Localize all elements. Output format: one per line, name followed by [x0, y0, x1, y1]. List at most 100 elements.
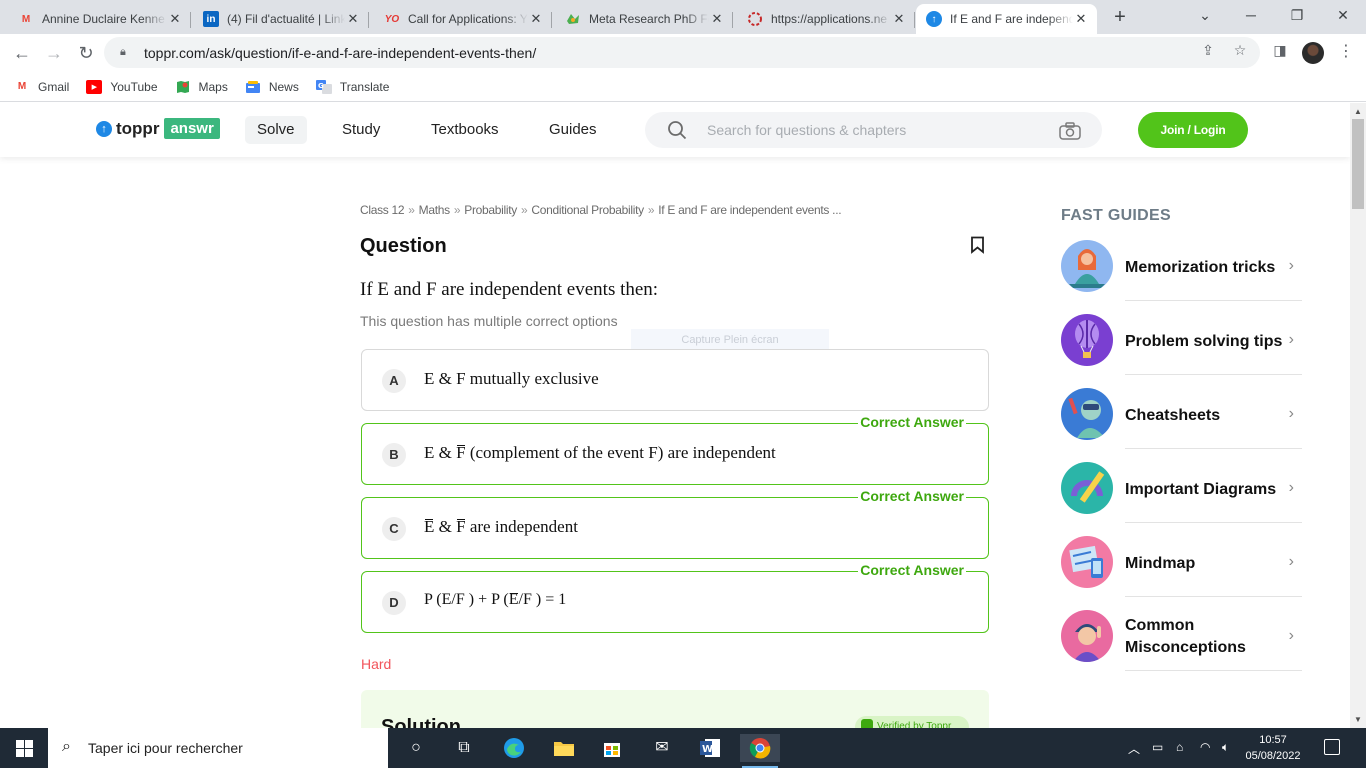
breadcrumb-conditional[interactable]: Conditional Probability	[531, 203, 644, 217]
guide-mindmap[interactable]: Mindmap ›	[1061, 529, 1302, 597]
guide-memorization-tricks[interactable]: Memorization tricks ›	[1061, 233, 1302, 301]
task-view-icon[interactable]: ⧉	[450, 734, 478, 762]
tab-applications[interactable]: https://applications.ne ✕	[737, 4, 915, 34]
join-login-button[interactable]: Join / Login	[1138, 112, 1248, 148]
network-device-icon[interactable]: ⌂	[1176, 740, 1183, 754]
new-tab-icon[interactable]: +	[1108, 6, 1132, 30]
mail-icon[interactable]: ✉	[648, 734, 676, 762]
close-tab-icon[interactable]: ✕	[167, 11, 183, 27]
share-icon[interactable]: ⇪	[1198, 40, 1218, 60]
bookmark-label: Translate	[339, 79, 390, 94]
option-b[interactable]: Correct Answer B E & F (complement of th…	[361, 414, 989, 485]
tab-linkedin[interactable]: in (4) Fil d'actualité | LinkedIn ✕	[193, 4, 369, 34]
battery-icon[interactable]: ▭	[1152, 740, 1163, 754]
verified-badge: Verified by Toppr	[855, 716, 969, 728]
tab-title: Annine Duclaire Kenne	[42, 12, 165, 26]
scroll-up-icon[interactable]: ▲	[1350, 107, 1366, 116]
profile-avatar[interactable]	[1302, 42, 1324, 64]
solution-card: Solution Verified by Toppr	[361, 690, 989, 728]
nav-solve[interactable]: Solve	[245, 116, 307, 144]
wifi-icon[interactable]: ◠	[1200, 740, 1210, 754]
forward-icon[interactable]: →	[42, 41, 66, 65]
close-tab-icon[interactable]: ✕	[891, 11, 907, 27]
chevron-right-icon: ›	[1288, 331, 1294, 348]
nav-textbooks[interactable]: Textbooks	[419, 116, 511, 144]
bookmark-news[interactable]: News	[245, 80, 299, 94]
close-tab-icon[interactable]: ✕	[709, 11, 725, 27]
tab-strip: M Annine Duclaire Kenne ✕ in (4) Fil d'a…	[0, 0, 1366, 34]
edge-icon[interactable]	[500, 734, 528, 762]
close-tab-icon[interactable]: ✕	[1073, 11, 1089, 27]
camera-icon[interactable]	[1059, 122, 1081, 140]
chevron-right-icon: ›	[1288, 553, 1294, 570]
close-tab-icon[interactable]: ✕	[528, 11, 544, 27]
option-c[interactable]: Correct Answer C E & F are independent	[361, 488, 989, 559]
restore-icon[interactable]: ❐	[1274, 0, 1320, 32]
store-icon[interactable]	[598, 734, 626, 762]
fast-guides-title: FAST GUIDES	[1061, 207, 1171, 224]
option-text-part: &	[434, 517, 457, 536]
option-a[interactable]: A E & F mutually exclusive	[361, 349, 989, 411]
side-panel-icon[interactable]: ◨	[1270, 40, 1290, 60]
tab-gmail[interactable]: M Annine Duclaire Kenne ✕	[8, 4, 191, 34]
tab-call-applications[interactable]: YO Call for Applications: Y ✕	[374, 4, 552, 34]
guide-problem-solving-tips[interactable]: Problem solving tips ›	[1061, 307, 1302, 375]
maps-icon	[175, 80, 191, 94]
chrome-icon[interactable]	[740, 734, 780, 768]
back-icon[interactable]: ←	[10, 41, 34, 65]
cortana-icon[interactable]: ○	[402, 734, 430, 762]
bookmark-youtube[interactable]: ▶ YouTube	[86, 79, 158, 94]
guide-label: Cheatsheets	[1125, 407, 1221, 424]
scroll-down-icon[interactable]: ▼	[1350, 715, 1366, 724]
page-scrollbar[interactable]: ▲ ▼	[1350, 103, 1366, 728]
bookmark-translate[interactable]: G Translate	[315, 79, 390, 94]
windows-start-icon[interactable]	[16, 740, 33, 757]
guide-label: Common Misconceptions	[1125, 617, 1246, 656]
tab-meta-research[interactable]: Meta Research PhD Fellowship ✕	[555, 4, 733, 34]
guide-common-misconceptions[interactable]: Common Misconceptions ›	[1061, 603, 1302, 671]
word-icon[interactable]: W	[696, 734, 724, 762]
tab-search-icon[interactable]: ⌄	[1182, 0, 1228, 32]
breadcrumb-maths[interactable]: Maths	[419, 203, 450, 217]
nav-study[interactable]: Study	[330, 116, 392, 144]
option-text-bar: E	[508, 591, 519, 608]
toppr-logo[interactable]: ↑ toppr answr	[96, 118, 220, 139]
scrollbar-thumb[interactable]	[1352, 119, 1364, 209]
star-icon[interactable]: ☆	[1230, 40, 1250, 60]
breadcrumb-probability[interactable]: Probability	[464, 203, 517, 217]
confused-boy-icon	[1061, 610, 1113, 662]
option-d[interactable]: Correct Answer D P (E/F ) + P (E/F ) = 1	[361, 562, 989, 633]
bookmark-gmail[interactable]: M Gmail	[14, 80, 70, 94]
reload-icon[interactable]: ↻	[74, 41, 98, 65]
nav-guides[interactable]: Guides	[537, 116, 609, 144]
guide-important-diagrams[interactable]: Important Diagrams ›	[1061, 455, 1302, 523]
menu-kebab-icon[interactable]: ⋮	[1338, 41, 1354, 61]
address-bar[interactable]: 🔒︎ toppr.com/ask/question/if-e-and-f-are…	[104, 37, 1260, 68]
system-clock[interactable]: 10:57 05/08/2022	[1240, 732, 1306, 764]
tray-chevron-icon[interactable]: ︿	[1128, 740, 1140, 757]
option-text-part: /F ) = 1	[518, 591, 567, 608]
tab-title: https://applications.ne	[771, 12, 888, 26]
close-window-icon[interactable]: ✕	[1320, 0, 1366, 32]
taskbar-search-box[interactable]: ⌕ Taper ici pour rechercher	[48, 728, 388, 768]
guide-cheatsheets[interactable]: Cheatsheets ›	[1061, 381, 1302, 449]
notification-center-icon[interactable]	[1324, 739, 1340, 755]
option-text-part: are independent	[465, 517, 578, 536]
correct-answer-badge: Correct Answer	[858, 562, 966, 578]
file-explorer-icon[interactable]	[550, 734, 578, 762]
tab-toppr-active[interactable]: ↑ If E and F are independent ✕	[916, 4, 1097, 34]
close-tab-icon[interactable]: ✕	[345, 11, 361, 27]
windows-taskbar: ⌕ Taper ici pour rechercher ○ ⧉ ✉ W ︿ ▭ …	[0, 728, 1366, 768]
gmail-icon: M	[21, 13, 31, 25]
guide-label: Problem solving tips	[1125, 333, 1283, 350]
option-text-part: (complement of the event F) are independ…	[465, 443, 776, 462]
minimize-icon[interactable]: ─	[1228, 0, 1274, 32]
breadcrumb-current: If E and F are independent events ...	[658, 203, 842, 217]
breadcrumb-class[interactable]: Class 12	[360, 203, 405, 217]
bookmark-label: News	[268, 79, 299, 94]
bookmark-maps[interactable]: Maps	[175, 80, 228, 94]
bookmark-icon[interactable]	[970, 236, 985, 254]
volume-icon[interactable]: 🔈︎	[1222, 740, 1229, 755]
guide-label: Important Diagrams	[1125, 481, 1277, 498]
site-search-input[interactable]: Search for questions & chapters	[645, 112, 1102, 148]
